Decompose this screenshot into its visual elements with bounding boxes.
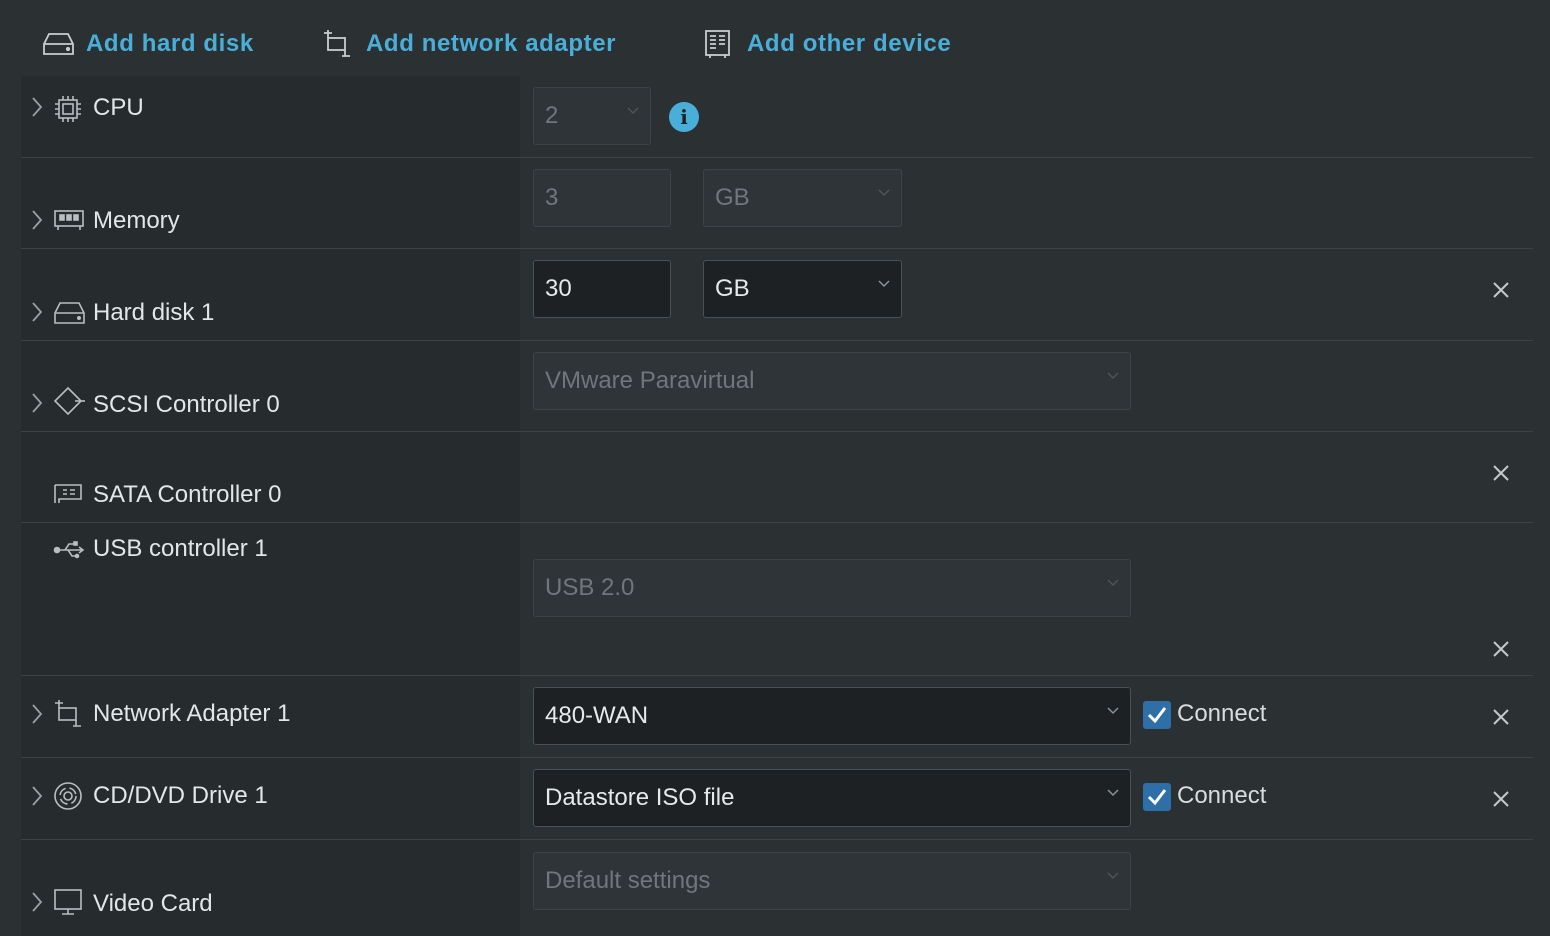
add-network-adapter-label: Add network adapter bbox=[366, 30, 617, 57]
video-settings-select[interactable]: Default settings bbox=[533, 852, 1131, 910]
check-icon bbox=[1147, 707, 1167, 724]
device-toolbar: Add hard disk Add network adapter Add ot… bbox=[0, 0, 1550, 76]
add-hard-disk-button[interactable]: Add hard disk bbox=[42, 26, 254, 62]
add-other-device-button[interactable]: Add other device bbox=[704, 26, 951, 62]
chevron-down-icon bbox=[1107, 579, 1119, 587]
chevron-down-icon bbox=[1107, 372, 1119, 380]
scsi-controller-label: SCSI Controller 0 bbox=[93, 391, 280, 418]
row-cpu: CPU 2 i bbox=[21, 76, 1533, 158]
memory-label: Memory bbox=[93, 207, 180, 234]
remove-sata-close-icon[interactable] bbox=[1491, 463, 1511, 483]
network-adapter-label: Network Adapter 1 bbox=[93, 700, 291, 727]
network-connect-checkbox[interactable] bbox=[1143, 701, 1171, 729]
network-adapter-icon bbox=[322, 29, 352, 59]
usb-type-select[interactable]: USB 2.0 bbox=[533, 559, 1131, 617]
expand-chevron-icon[interactable] bbox=[30, 891, 44, 913]
add-hard-disk-label: Add hard disk bbox=[86, 30, 254, 57]
add-other-device-label: Add other device bbox=[747, 30, 952, 57]
remove-cd-dvd-close-icon[interactable] bbox=[1491, 789, 1511, 809]
row-hard-disk: Hard disk 1 30 GB bbox=[21, 249, 1533, 341]
hard-disk-size-input[interactable]: 30 bbox=[533, 260, 671, 318]
row-usb-controller: USB controller 1 USB 2.0 bbox=[21, 523, 1533, 676]
expand-chevron-icon[interactable] bbox=[30, 96, 44, 118]
cd-dvd-source-select[interactable]: Datastore ISO file bbox=[533, 769, 1131, 827]
cd-dvd-label: CD/DVD Drive 1 bbox=[93, 782, 268, 809]
chevron-down-icon bbox=[1107, 872, 1119, 880]
expand-chevron-icon[interactable] bbox=[30, 209, 44, 231]
chevron-down-icon bbox=[627, 107, 639, 115]
chevron-down-icon bbox=[878, 280, 890, 288]
cpu-count-select[interactable]: 2 bbox=[533, 87, 651, 145]
row-cd-dvd-drive: CD/DVD Drive 1 Datastore ISO file Connec… bbox=[21, 758, 1533, 840]
hard-disk-unit-select[interactable]: GB bbox=[703, 260, 902, 318]
expand-chevron-icon[interactable] bbox=[30, 703, 44, 725]
hard-disk-icon bbox=[53, 300, 86, 331]
chevron-down-icon bbox=[1107, 707, 1119, 715]
chevron-down-icon bbox=[878, 189, 890, 197]
other-device-icon bbox=[704, 29, 731, 59]
add-network-adapter-button[interactable]: Add network adapter bbox=[322, 26, 616, 62]
chevron-down-icon bbox=[1107, 789, 1119, 797]
expand-chevron-icon[interactable] bbox=[30, 301, 44, 323]
hard-disk-icon bbox=[42, 31, 75, 57]
row-scsi-controller: SCSI Controller 0 VMware Paravirtual bbox=[21, 341, 1533, 432]
cd-dvd-connect-label: Connect bbox=[1177, 782, 1267, 809]
network-adapter-icon bbox=[53, 699, 83, 734]
info-icon[interactable]: i bbox=[669, 102, 699, 132]
sata-controller-icon bbox=[53, 482, 83, 511]
device-list: CPU 2 i Memory 3 GB Hard disk 1 30 GB SC… bbox=[21, 76, 1533, 936]
network-connect-label: Connect bbox=[1177, 700, 1267, 727]
expand-chevron-icon[interactable] bbox=[30, 392, 44, 414]
video-card-label: Video Card bbox=[93, 890, 213, 917]
remove-network-close-icon[interactable] bbox=[1491, 707, 1511, 727]
scsi-type-select[interactable]: VMware Paravirtual bbox=[533, 352, 1131, 410]
memory-icon bbox=[53, 207, 85, 236]
row-video-card: Video Card Default settings bbox=[21, 840, 1533, 936]
usb-controller-label: USB controller 1 bbox=[93, 535, 268, 562]
scsi-controller-icon bbox=[53, 386, 87, 425]
cd-dvd-icon bbox=[53, 781, 83, 816]
cpu-label: CPU bbox=[93, 94, 144, 121]
row-network-adapter: Network Adapter 1 480-WAN Connect bbox=[21, 676, 1533, 758]
monitor-icon bbox=[53, 887, 83, 922]
usb-icon bbox=[53, 541, 85, 564]
cd-dvd-connect-checkbox[interactable] bbox=[1143, 783, 1171, 811]
row-sata-controller: SATA Controller 0 bbox=[21, 432, 1533, 523]
network-select[interactable]: 480-WAN bbox=[533, 687, 1131, 745]
check-icon bbox=[1147, 789, 1167, 806]
row-memory: Memory 3 GB bbox=[21, 158, 1533, 249]
sata-controller-label: SATA Controller 0 bbox=[93, 481, 282, 508]
hard-disk-label: Hard disk 1 bbox=[93, 299, 215, 326]
cpu-icon bbox=[53, 94, 83, 129]
expand-chevron-icon[interactable] bbox=[30, 785, 44, 807]
memory-unit-select[interactable]: GB bbox=[703, 169, 902, 227]
memory-size-input[interactable]: 3 bbox=[533, 169, 671, 227]
remove-usb-close-icon[interactable] bbox=[1491, 639, 1511, 659]
remove-hard-disk-close-icon[interactable] bbox=[1491, 280, 1511, 300]
